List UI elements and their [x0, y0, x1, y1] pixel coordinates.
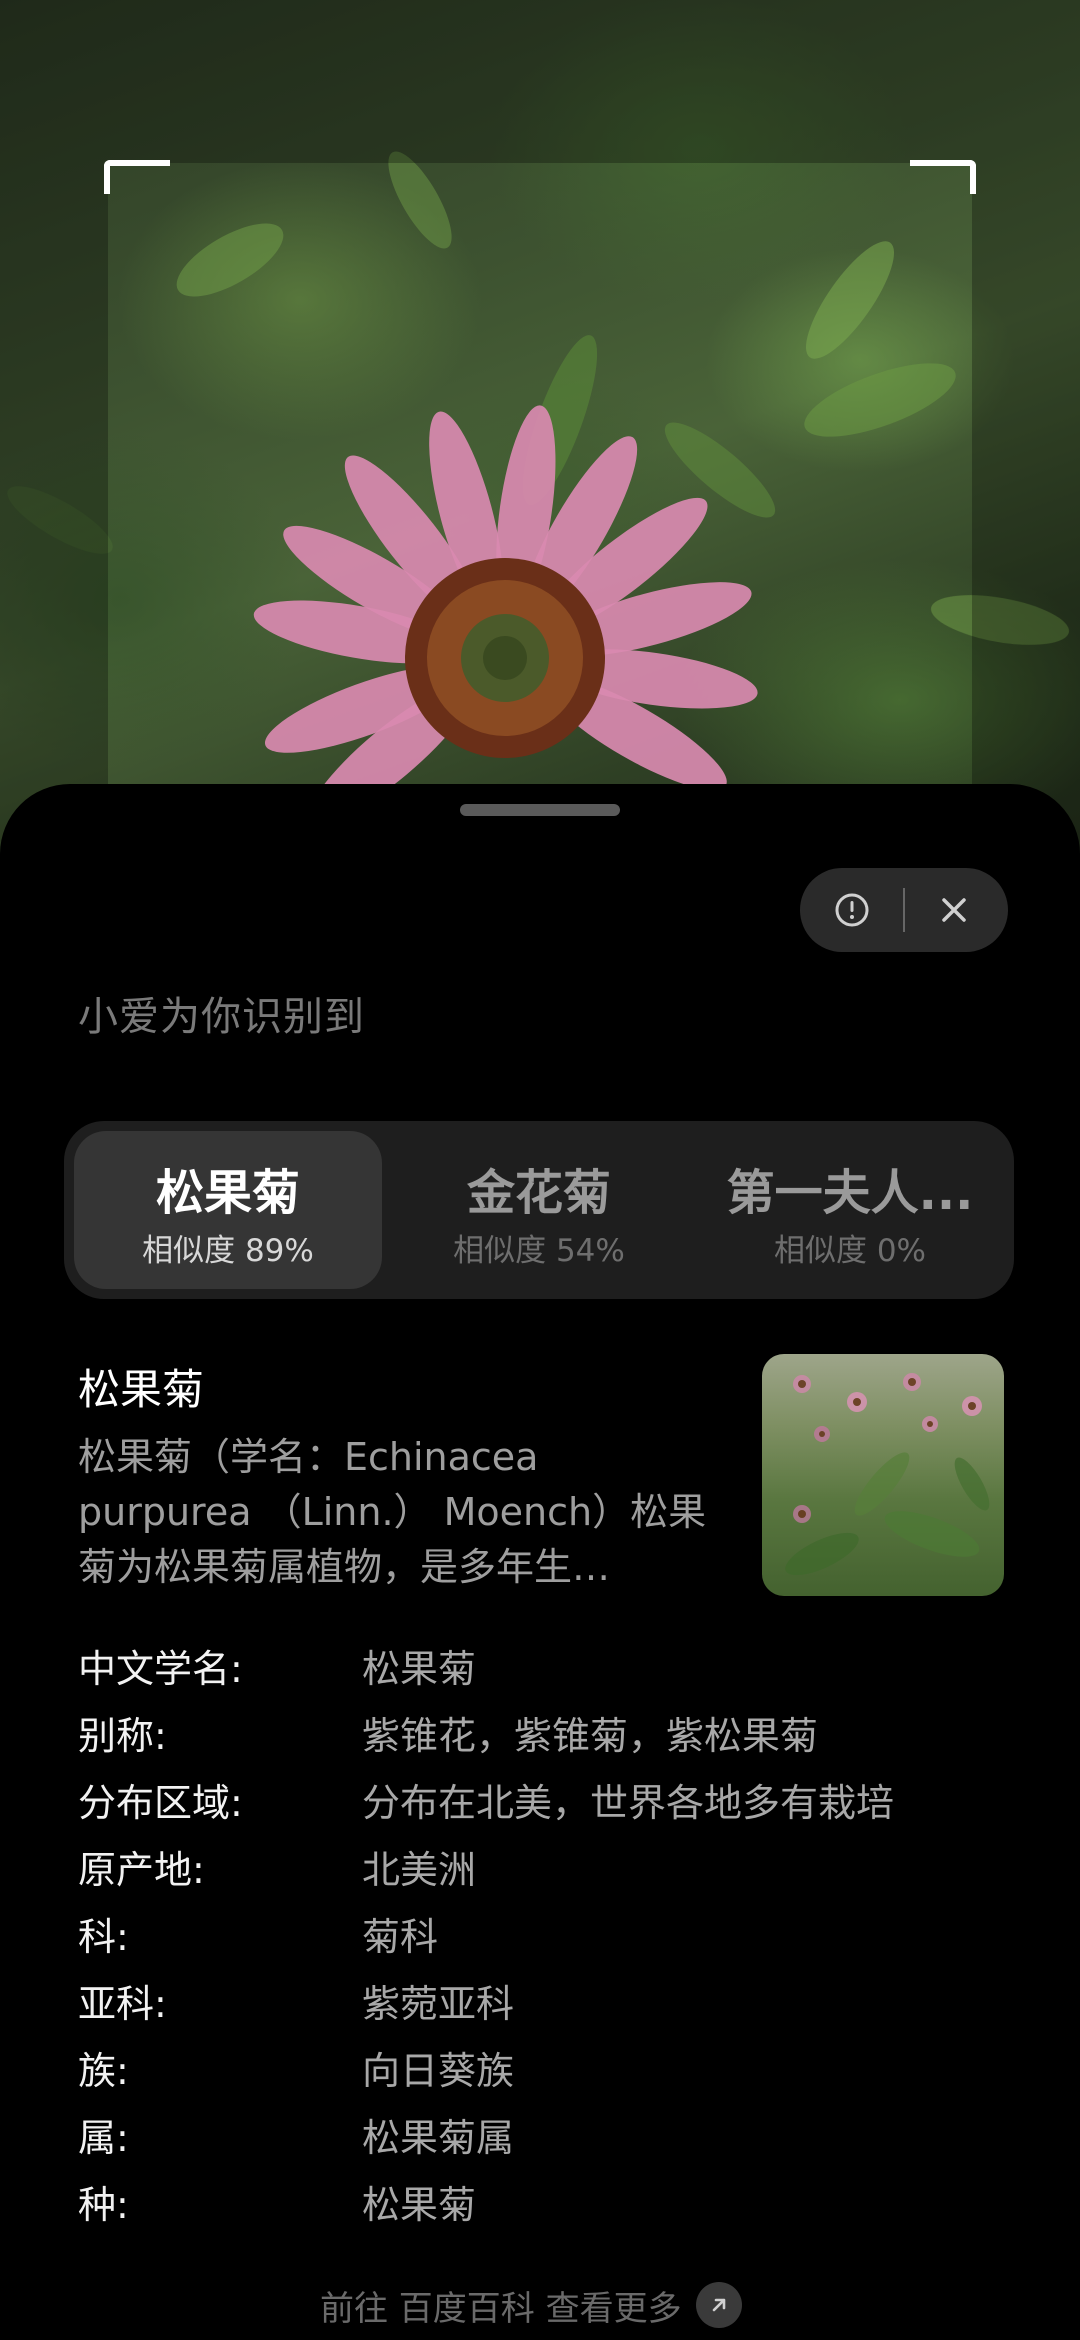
close-icon[interactable] [930, 888, 978, 932]
more-link-label: 前往 百度百科 查看更多 [320, 2288, 682, 2329]
arrow-up-right-icon [695, 2282, 742, 2328]
detail-title: 松果菊 [78, 1365, 205, 1414]
attribute-value: 松果菊 [362, 2183, 477, 2227]
attribute-key: 族: [78, 2049, 129, 2093]
detail-thumbnail[interactable] [762, 1354, 1004, 1596]
scan-mask-left [0, 0, 108, 860]
attribute-key: 属: [78, 2116, 129, 2160]
result-tab-name: 松果菊 [155, 1165, 300, 1221]
detail-description[interactable]: 松果菊（学名：Echinacea purpurea （Linn.） Moench… [78, 1430, 718, 1595]
attribute-key: 分布区域: [78, 1781, 243, 1825]
camera-preview [0, 0, 1080, 860]
attribute-row: 族: 向日葵族 [78, 2038, 1018, 2105]
result-tab-similarity: 相似度 89% [142, 1233, 314, 1269]
attribute-value: 菊科 [362, 1915, 439, 1959]
baike-more-link[interactable]: 前往 百度百科 查看更多 [320, 2280, 742, 2330]
attribute-value: 北美洲 [362, 1848, 477, 1892]
result-tab-name: 第一夫人... [726, 1165, 974, 1221]
sheet-drag-handle[interactable] [460, 804, 620, 816]
scan-frame-corner-top-right [910, 160, 976, 194]
attribute-value: 松果菊 [362, 1647, 477, 1691]
attribute-key: 科: [78, 1915, 129, 1959]
attribute-value: 分布在北美，世界各地多有栽培 [362, 1781, 895, 1825]
sheet-heading: 小爱为你识别到 [78, 994, 365, 1040]
attribute-row: 属: 松果菊属 [78, 2105, 1018, 2172]
attribute-key: 种: [78, 2183, 129, 2227]
attribute-key: 原产地: [78, 1848, 205, 1892]
attribute-value: 紫菀亚科 [362, 1982, 515, 2026]
result-tab-3[interactable]: 第一夫人... 相似度 0% [696, 1131, 1004, 1289]
detail-description-text: 松果菊（学名：Echinacea purpurea （Linn.） Moench… [78, 1435, 707, 1589]
attribute-value: 紫锥花，紫锥菊，紫松果菊 [362, 1714, 819, 1758]
attribute-row: 中文学名: 松果菊 [78, 1636, 1018, 1703]
attribute-key: 中文学名: [78, 1647, 243, 1691]
attribute-key: 亚科: [78, 1982, 167, 2026]
sheet-actions [800, 868, 1008, 952]
attribute-value: 向日葵族 [362, 2049, 515, 2093]
scan-frame-corner-top-left [104, 160, 170, 194]
attribute-row: 种: 松果菊 [78, 2172, 1018, 2239]
result-tab-name: 金花菊 [466, 1165, 611, 1221]
attribute-value: 松果菊属 [362, 2116, 515, 2160]
attribute-key: 别称: [78, 1714, 167, 1758]
attribute-row: 别称: 紫锥花，紫锥菊，紫松果菊 [78, 1703, 1018, 1770]
attribute-row: 亚科: 紫菀亚科 [78, 1971, 1018, 2038]
pill-divider [903, 888, 905, 932]
scan-mask-top [108, 0, 972, 163]
result-tab-2[interactable]: 金花菊 相似度 54% [385, 1131, 693, 1289]
result-tab-1[interactable]: 松果菊 相似度 89% [74, 1131, 382, 1289]
result-tab-similarity: 相似度 0% [773, 1233, 927, 1269]
attribute-row: 原产地: 北美洲 [78, 1837, 1018, 1904]
scan-mask-right [972, 0, 1080, 860]
result-sheet: 小爱为你识别到 松果菊 相似度 89% 金花菊 相似度 54% 第一夫人... … [0, 784, 1080, 2340]
attribute-list: 中文学名: 松果菊 别称: 紫锥花，紫锥菊，紫松果菊 分布区域: 分布在北美，世… [78, 1636, 1018, 2239]
result-tabs: 松果菊 相似度 89% 金花菊 相似度 54% 第一夫人... 相似度 0% [64, 1121, 1014, 1299]
result-tab-similarity: 相似度 54% [453, 1233, 625, 1269]
info-circle-icon[interactable] [830, 888, 874, 932]
attribute-row: 科: 菊科 [78, 1904, 1018, 1971]
attribute-row: 分布区域: 分布在北美，世界各地多有栽培 [78, 1770, 1018, 1837]
